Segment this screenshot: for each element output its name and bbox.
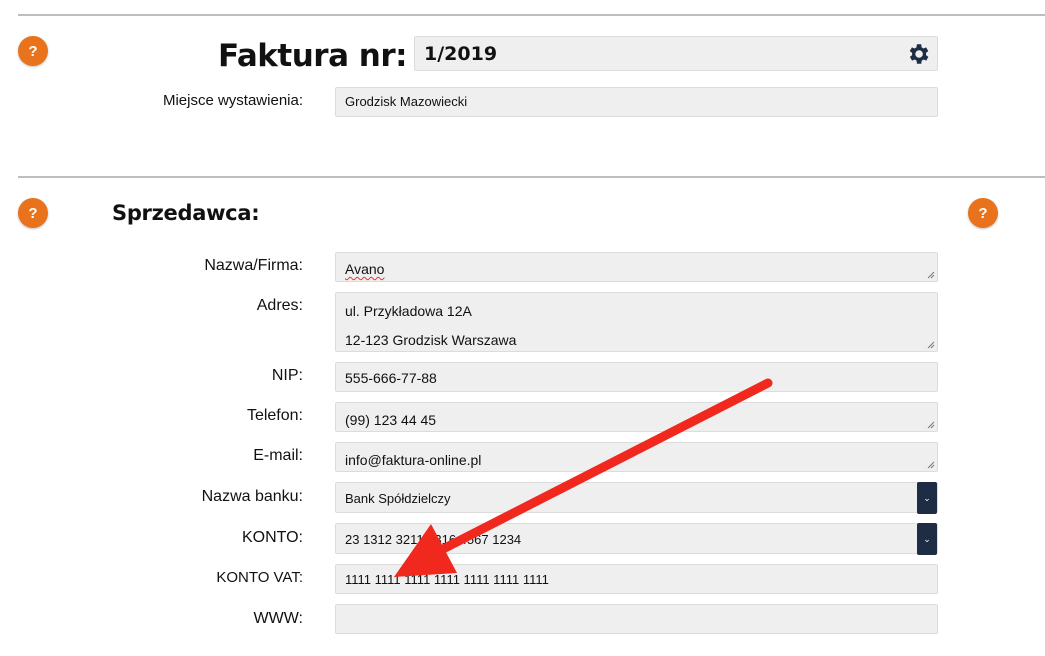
email-field[interactable]: info@faktura-online.pl xyxy=(335,442,938,472)
gear-icon[interactable] xyxy=(905,41,931,67)
place-label: Miejsce wystawienia: xyxy=(162,92,303,109)
www-label: WWW: xyxy=(253,610,303,627)
name-value: Avano xyxy=(345,261,385,277)
bank-label: Nazwa banku: xyxy=(201,488,303,505)
name-label: Nazwa/Firma: xyxy=(204,257,303,274)
seller-help-icon-left[interactable]: ? xyxy=(18,198,48,228)
nip-label: NIP: xyxy=(271,367,303,384)
resize-handle-icon[interactable] xyxy=(927,271,935,279)
seller-section-title: Sprzedawca: xyxy=(112,201,260,225)
email-value: info@faktura-online.pl xyxy=(345,452,482,468)
address-line2: 12-123 Grodzisk Warszawa xyxy=(345,332,517,348)
resize-handle-icon[interactable] xyxy=(927,461,935,469)
nip-value: 555-666-77-88 xyxy=(345,370,437,386)
account-label: KONTO: xyxy=(241,529,303,546)
name-field[interactable]: Avano xyxy=(335,252,938,282)
seller-help-icon-right[interactable]: ? xyxy=(968,198,998,228)
account-value: 23 1312 3211 2316 4567 1234 xyxy=(345,532,522,547)
chevron-down-icon[interactable]: ⌄ xyxy=(917,523,937,555)
vat-account-value: 1111 1111 1111 1111 1111 1111 1111 xyxy=(345,572,549,587)
address-line1: ul. Przykładowa 12A xyxy=(345,303,472,319)
vat-account-field[interactable]: 1111 1111 1111 1111 1111 1111 1111 xyxy=(335,564,938,594)
place-field[interactable]: Grodzisk Mazowiecki xyxy=(335,87,938,117)
vat-account-label: KONTO VAT: xyxy=(216,569,303,586)
resize-handle-icon[interactable] xyxy=(927,421,935,429)
email-label: E-mail: xyxy=(253,447,303,464)
top-divider xyxy=(18,14,1045,16)
address-field[interactable]: ul. Przykładowa 12A 12-123 Grodzisk Wars… xyxy=(335,292,938,352)
bank-value: Bank Spółdzielczy xyxy=(345,491,451,506)
address-label: Adres: xyxy=(256,297,303,314)
bank-select[interactable]: Bank Spółdzielczy ⌄ xyxy=(335,482,938,514)
www-field[interactable] xyxy=(335,604,938,634)
invoice-number-field[interactable]: 1/2019 xyxy=(414,36,938,71)
section-divider xyxy=(18,176,1045,178)
invoice-title: Faktura nr: xyxy=(218,38,408,74)
chevron-down-icon[interactable]: ⌄ xyxy=(917,482,937,514)
phone-field[interactable]: (99) 123 44 45 xyxy=(335,402,938,432)
invoice-help-icon[interactable]: ? xyxy=(18,36,48,66)
account-select[interactable]: 23 1312 3211 2316 4567 1234 ⌄ xyxy=(335,523,938,555)
phone-label: Telefon: xyxy=(246,407,303,424)
invoice-number-value: 1/2019 xyxy=(424,43,498,65)
nip-field[interactable]: 555-666-77-88 xyxy=(335,362,938,392)
place-value: Grodzisk Mazowiecki xyxy=(345,94,468,109)
phone-value: (99) 123 44 45 xyxy=(345,412,437,428)
resize-handle-icon[interactable] xyxy=(927,341,935,349)
